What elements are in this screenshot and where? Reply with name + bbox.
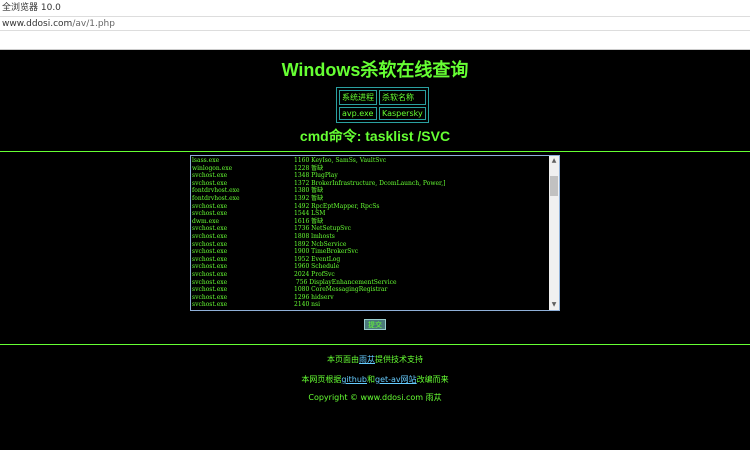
- footer-copyright: Copyright © www.ddosi.com 雨苁: [308, 393, 442, 402]
- process-image-name: svchost.exe: [192, 225, 228, 233]
- process-image-name: svchost.exe: [192, 270, 228, 278]
- url-host: www.ddosi.com: [2, 19, 73, 29]
- footer-github-link[interactable]: github: [341, 375, 367, 384]
- table-cell-av: Kaspersky: [379, 107, 426, 120]
- address-bar[interactable]: www.ddosi.com/av/1.php: [0, 16, 750, 30]
- tasklist-line: svchost.exe 1736 NetSetupSvc: [192, 225, 548, 233]
- tasklist-line: svchost.exe 2024 ProfSvc: [192, 271, 548, 279]
- tasklist-line: svchost.exe 1544 LSM: [192, 210, 548, 218]
- process-image-name: svchost.exe: [192, 263, 228, 271]
- process-pid-services: 1808 lmhosts: [294, 232, 335, 240]
- process-pid-services: 1544 LSM: [294, 210, 326, 218]
- process-image-name: svchost.exe: [192, 255, 228, 263]
- process-pid-services: 1348 PlugPlay: [294, 172, 338, 180]
- process-image-name: svchost.exe: [192, 210, 228, 218]
- footer-support: 本页面由雨苁提供技术支持: [0, 354, 750, 365]
- browser-title-bar: 全浏览器 10.0: [0, 0, 750, 16]
- process-image-name: svchost.exe: [192, 202, 228, 210]
- process-image-name: svchost.exe: [192, 286, 228, 294]
- table-header-process: 系统进程: [339, 90, 377, 105]
- scroll-thumb[interactable]: [550, 176, 558, 196]
- footer-author-link[interactable]: 雨苁: [359, 355, 375, 364]
- tasklist-line: svchost.exe 1348 PlugPlay: [192, 172, 548, 180]
- process-image-name: dwm.exe: [192, 217, 220, 225]
- process-image-name: fontdrvhost.exe: [192, 187, 240, 195]
- process-pid-services: 1228 暂缺: [294, 164, 324, 172]
- tasklist-line: fontdrvhost.exe 1392 暂缺: [192, 195, 548, 203]
- footer-based-mid: 和: [366, 375, 375, 384]
- process-pid-services: 2140 nsi: [294, 301, 321, 309]
- tasklist-line: svchost.exe 756 DisplayEnhancementServic…: [192, 279, 548, 287]
- divider-top: [0, 151, 750, 152]
- footer-based: 本网页根据github和get-av网站改编而来: [0, 374, 750, 385]
- process-pid-services: 1960 Schedule: [294, 263, 340, 271]
- process-pid-services: 1296 hidserv: [294, 293, 334, 301]
- tasklist-line: svchost.exe 1296 hidserv: [192, 294, 548, 302]
- tasklist-line: svchost.exe 1900 TimeBrokerSvc: [192, 248, 548, 256]
- tasklist-line: svchost.exe 1960 Schedule: [192, 263, 548, 271]
- process-image-name: svchost.exe: [192, 278, 228, 286]
- scroll-up-arrow-icon[interactable]: ▲: [549, 156, 559, 166]
- page-body: Windows杀软在线查询 系统进程 杀软名称 avp.exe Kaspersk…: [0, 50, 750, 450]
- footer-support-prefix: 本页面由: [327, 355, 359, 364]
- tasklist-line: svchost.exe 1372 BrokerInfrastructure, Dc…: [192, 180, 548, 188]
- result-table: 系统进程 杀软名称 avp.exe Kaspersky: [336, 87, 429, 123]
- process-pid-services: 1952 EventLog: [294, 255, 341, 263]
- table-header-av: 杀软名称: [379, 90, 426, 105]
- scroll-down-arrow-icon[interactable]: ▼: [549, 300, 559, 310]
- tasklist-line: svchost.exe 1892 NcbService: [192, 241, 548, 249]
- process-image-name: lsass.exe: [192, 157, 220, 164]
- divider-bottom: [0, 344, 750, 345]
- browser-title: 全浏览器 10.0: [2, 3, 61, 13]
- process-image-name: svchost.exe: [192, 248, 228, 256]
- table-row: avp.exe Kaspersky: [339, 107, 426, 120]
- process-pid-services: 1892 NcbService: [294, 240, 347, 248]
- process-pid-services: 1900 TimeBrokerSvc: [294, 248, 359, 256]
- submit-button[interactable]: 提交: [364, 319, 386, 330]
- tasklist-line: svchost.exe 1808 lmhosts: [192, 233, 548, 241]
- process-pid-services: 1080 CoreMessagingRegistrar: [294, 286, 388, 294]
- process-image-name: svchost.exe: [192, 293, 228, 301]
- tasklist-line: lsass.exe 1160 KeyIso, SamSs, VaultSvc: [192, 157, 548, 165]
- process-image-name: winlogon.exe: [192, 164, 233, 172]
- table-header-row: 系统进程 杀软名称: [339, 90, 426, 105]
- tasklist-line: svchost.exe 1952 EventLog: [192, 256, 548, 264]
- tasklist-line: svchost.exe 1492 RpcEptMapper, RpcSs: [192, 203, 548, 211]
- process-pid-services: 2024 ProfSvc: [294, 270, 335, 278]
- footer-support-suffix: 提供技术支持: [375, 355, 423, 364]
- cmd-label: cmd命令: tasklist /SVC: [299, 128, 451, 144]
- process-pid-services: 1160 KeyIso, SamSs, VaultSvc: [294, 157, 387, 164]
- process-pid-services: 1616 暂缺: [294, 217, 324, 225]
- footer-getav-link[interactable]: get-av网站: [375, 375, 417, 384]
- textarea-scrollbar[interactable]: ▲ ▼: [549, 156, 559, 310]
- process-pid-services: 756 DisplayEnhancementService: [294, 278, 397, 286]
- tasklist-line: svchost.exe 1080 CoreMessagingRegistrar: [192, 286, 548, 294]
- footer-based-suffix: 改编而来: [416, 375, 449, 384]
- tasklist-line: svchost.exe 2140 nsi: [192, 301, 548, 309]
- process-image-name: svchost.exe: [192, 240, 228, 248]
- table-cell-process: avp.exe: [339, 107, 377, 120]
- page-title: Windows杀软在线查询: [281, 60, 469, 80]
- process-image-name: svchost.exe: [192, 172, 228, 180]
- process-pid-services: 1736 NetSetupSvc: [294, 225, 352, 233]
- browser-toolbar: [0, 30, 750, 50]
- process-image-name: fontdrvhost.exe: [192, 194, 240, 202]
- tasklist-lines: lsass.exe 1160 KeyIso, SamSs, VaultSvc win…: [192, 157, 548, 309]
- tasklist-textarea[interactable]: lsass.exe 1160 KeyIso, SamSs, VaultSvc win…: [190, 155, 560, 311]
- process-image-name: svchost.exe: [192, 301, 228, 309]
- tasklist-line: winlogon.exe 1228 暂缺: [192, 165, 548, 173]
- tasklist-line: fontdrvhost.exe 1380 暂缺: [192, 187, 548, 195]
- process-image-name: svchost.exe: [192, 179, 228, 187]
- tasklist-line: dwm.exe 1616 暂缺: [192, 218, 548, 226]
- footer-based-prefix: 本网页根据: [301, 375, 342, 384]
- url-path: /av/1.php: [72, 19, 115, 29]
- process-pid-services: 1392 暂缺: [294, 194, 324, 202]
- process-image-name: svchost.exe: [192, 232, 228, 240]
- process-pid-services: 1380 暂缺: [294, 187, 324, 195]
- process-pid-services: 1492 RpcEptMapper, RpcSs: [294, 202, 380, 210]
